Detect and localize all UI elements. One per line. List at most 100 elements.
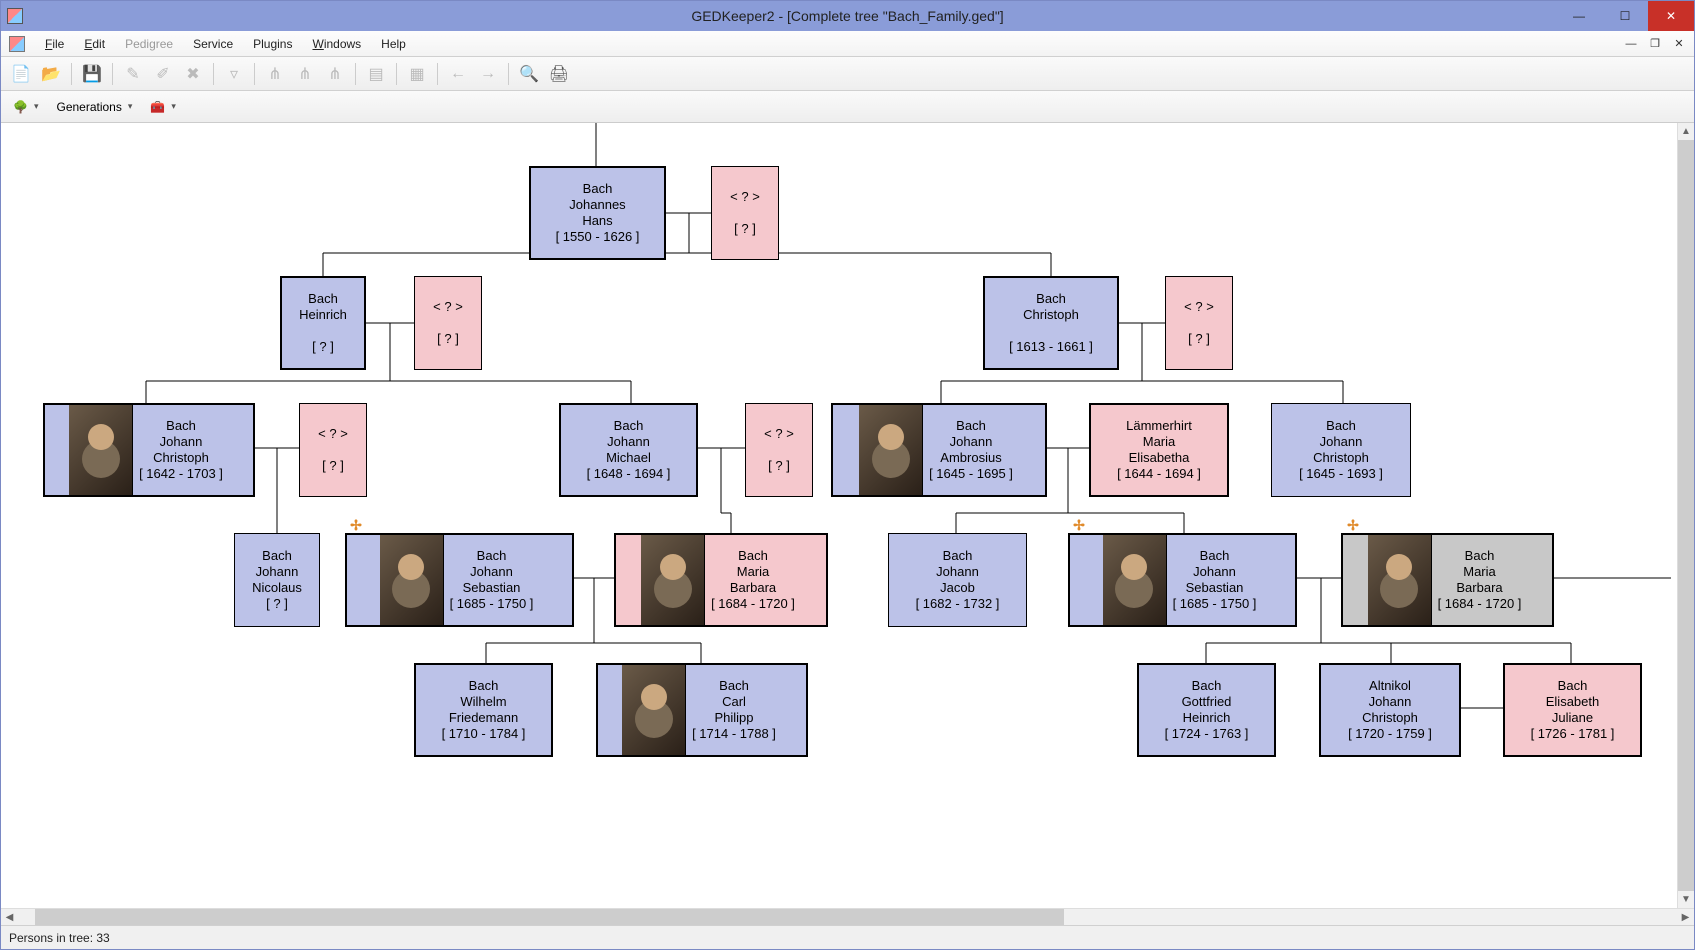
window-system-buttons: — ☐ ✕	[1556, 1, 1694, 31]
mdi-close[interactable]: ✕	[1670, 36, 1688, 52]
node-unknown-spouse-heinrich[interactable]: < ? > [ ? ]	[414, 276, 482, 370]
window-title: GEDKeeper2 - [Complete tree "Bach_Family…	[691, 8, 1003, 24]
scroll-up-icon[interactable]: ▲	[1678, 123, 1694, 140]
scroll-right-icon[interactable]: ▶	[1677, 909, 1694, 925]
stats-icon[interactable]: ▦	[403, 60, 431, 88]
node-maria-elisabetha-laemmerhirt[interactable]: Lämmerhirt Maria Elisabetha [ 1644 - 169…	[1089, 403, 1229, 497]
menu-plugins[interactable]: Plugins	[243, 34, 302, 54]
node-johann-nicolaus-bach[interactable]: Bach Johann Nicolaus [ ? ]	[234, 533, 320, 627]
tree-mode-icon: 🌳	[13, 100, 28, 114]
titlebar: GEDKeeper2 - [Complete tree "Bach_Family…	[1, 1, 1694, 31]
maximize-button[interactable]: ☐	[1602, 1, 1648, 31]
portrait-icon	[1103, 535, 1167, 625]
pedigree-icon[interactable]: ▤	[362, 60, 390, 88]
toolbar-separator	[112, 63, 113, 85]
close-button[interactable]: ✕	[1648, 1, 1694, 31]
tree-options-icon: 🧰	[150, 100, 165, 114]
node-johann-christoph-bach-1645[interactable]: Bach Johann Christoph [ 1645 - 1693 ]	[1271, 403, 1411, 497]
print-icon[interactable]: 🖨	[545, 60, 573, 88]
app-window: GEDKeeper2 - [Complete tree "Bach_Family…	[0, 0, 1695, 950]
scroll-left-icon[interactable]: ◀	[1, 909, 18, 925]
node-johann-sebastian-bach[interactable]: Bach Johann Sebastian [ 1685 - 1750 ]	[345, 533, 574, 627]
nav-back-icon[interactable]: ←	[444, 60, 472, 88]
connections-svg	[1, 123, 1694, 908]
status-persons-count: Persons in tree: 33	[9, 931, 110, 945]
generations-label: Generations	[56, 100, 121, 114]
filter-icon[interactable]: ▿	[220, 60, 248, 88]
node-johann-ambrosius-bach[interactable]: Bach Johann Ambrosius [ 1645 - 1695 ]	[831, 403, 1047, 497]
horizontal-scrollbar[interactable]: ◀ ▶	[1, 908, 1694, 925]
generations-dropdown[interactable]: Generations	[50, 94, 138, 120]
open-file-icon[interactable]: 📂	[37, 60, 65, 88]
node-unknown-spouse-1[interactable]: < ? > [ ? ]	[711, 166, 779, 260]
node-johann-sebastian-bach-dup[interactable]: Bach Johann Sebastian [ 1685 - 1750 ]	[1068, 533, 1297, 627]
nav-forward-icon[interactable]: →	[474, 60, 502, 88]
menu-file[interactable]: File	[35, 34, 74, 54]
tree-descendants-icon[interactable]: ⋔	[291, 60, 319, 88]
node-carl-philipp-bach[interactable]: Bach Carl Philipp [ 1714 - 1788 ]	[596, 663, 808, 757]
save-icon[interactable]: 💾	[78, 60, 106, 88]
menu-help[interactable]: Help	[371, 34, 416, 54]
node-christoph-bach[interactable]: Bach Christoph [ 1613 - 1661 ]	[983, 276, 1119, 370]
node-unknown-spouse-christoph[interactable]: < ? > [ ? ]	[1165, 276, 1233, 370]
mdi-minimize[interactable]: —	[1622, 36, 1640, 52]
edit-record-icon[interactable]: ✐	[149, 60, 177, 88]
tree-canvas-area: Bach Johannes Hans [ 1550 - 1626 ] < ? >…	[1, 123, 1694, 908]
scroll-track[interactable]	[18, 909, 1677, 925]
portrait-icon	[859, 405, 923, 495]
menu-pedigree: Pedigree	[115, 34, 183, 54]
menu-edit[interactable]: Edit	[74, 34, 115, 54]
mdi-restore[interactable]: ❐	[1646, 36, 1664, 52]
vertical-scrollbar[interactable]: ▲ ▼	[1677, 123, 1694, 908]
node-elisabeth-juliane-bach[interactable]: Bach Elisabeth Juliane [ 1726 - 1781 ]	[1503, 663, 1642, 757]
tree-both-icon[interactable]: ⋔	[321, 60, 349, 88]
node-johann-jacob-bach[interactable]: Bach Johann Jacob [ 1682 - 1732 ]	[888, 533, 1027, 627]
portrait-icon	[622, 665, 686, 755]
toolbar-separator	[213, 63, 214, 85]
node-johann-michael-bach[interactable]: Bach Johann Michael [ 1648 - 1694 ]	[559, 403, 698, 497]
add-record-icon[interactable]: ✎	[119, 60, 147, 88]
menu-service[interactable]: Service	[183, 34, 243, 54]
portrait-icon	[380, 535, 444, 625]
toolbar-separator	[355, 63, 356, 85]
scroll-thumb[interactable]	[1678, 140, 1694, 891]
tree-ancestors-icon[interactable]: ⋔	[261, 60, 289, 88]
portrait-icon	[641, 535, 705, 625]
portrait-icon	[69, 405, 133, 495]
node-maria-barbara-bach[interactable]: Bach Maria Barbara [ 1684 - 1720 ]	[614, 533, 828, 627]
node-johann-christoph-bach-1642[interactable]: Bach Johann Christoph [ 1642 - 1703 ]	[43, 403, 255, 497]
tree-canvas[interactable]: Bach Johannes Hans [ 1550 - 1626 ] < ? >…	[1, 123, 1694, 908]
minimize-button[interactable]: —	[1556, 1, 1602, 31]
toolbar-separator	[254, 63, 255, 85]
print-preview-icon[interactable]: 🔍	[515, 60, 543, 88]
toolbar-separator	[396, 63, 397, 85]
expand-icon[interactable]: ✢	[1345, 518, 1361, 534]
tree-mode-button[interactable]: 🌳	[7, 94, 44, 120]
app-icon	[7, 8, 23, 24]
portrait-icon	[1368, 535, 1432, 625]
scroll-down-icon[interactable]: ▼	[1678, 891, 1694, 908]
new-file-icon[interactable]: 📄	[7, 60, 35, 88]
node-heinrich-bach[interactable]: Bach Heinrich [ ? ]	[280, 276, 366, 370]
menu-windows[interactable]: Windows	[302, 34, 371, 54]
tree-toolbar: 🌳 Generations 🧰	[1, 91, 1694, 123]
scroll-thumb[interactable]	[35, 909, 1064, 925]
node-gottfried-heinrich-bach[interactable]: Bach Gottfried Heinrich [ 1724 - 1763 ]	[1137, 663, 1276, 757]
toolbar-separator	[71, 63, 72, 85]
app-menu-icon[interactable]	[9, 36, 25, 52]
node-johannes-hans-bach[interactable]: Bach Johannes Hans [ 1550 - 1626 ]	[529, 166, 666, 260]
menubar: File Edit Pedigree Service Plugins Windo…	[1, 31, 1694, 57]
node-unknown-spouse-jm[interactable]: < ? > [ ? ]	[745, 403, 813, 497]
delete-record-icon[interactable]: ✖	[179, 60, 207, 88]
node-wilhelm-friedemann-bach[interactable]: Bach Wilhelm Friedemann [ 1710 - 1784 ]	[414, 663, 553, 757]
statusbar: Persons in tree: 33	[1, 925, 1694, 949]
node-johann-christoph-altnikol[interactable]: Altnikol Johann Christoph [ 1720 - 1759 …	[1319, 663, 1461, 757]
main-toolbar: 📄 📂 💾 ✎ ✐ ✖ ▿ ⋔ ⋔ ⋔ ▤ ▦ ← → 🔍 🖨	[1, 57, 1694, 91]
mdi-buttons: — ❐ ✕	[1622, 36, 1688, 52]
tree-options-button[interactable]: 🧰	[144, 94, 181, 120]
node-maria-barbara-bach-dup[interactable]: Bach Maria Barbara [ 1684 - 1720 ]	[1341, 533, 1554, 627]
expand-icon[interactable]: ✢	[1071, 518, 1087, 534]
expand-icon[interactable]: ✢	[348, 518, 364, 534]
node-unknown-spouse-jc1[interactable]: < ? > [ ? ]	[299, 403, 367, 497]
toolbar-separator	[437, 63, 438, 85]
